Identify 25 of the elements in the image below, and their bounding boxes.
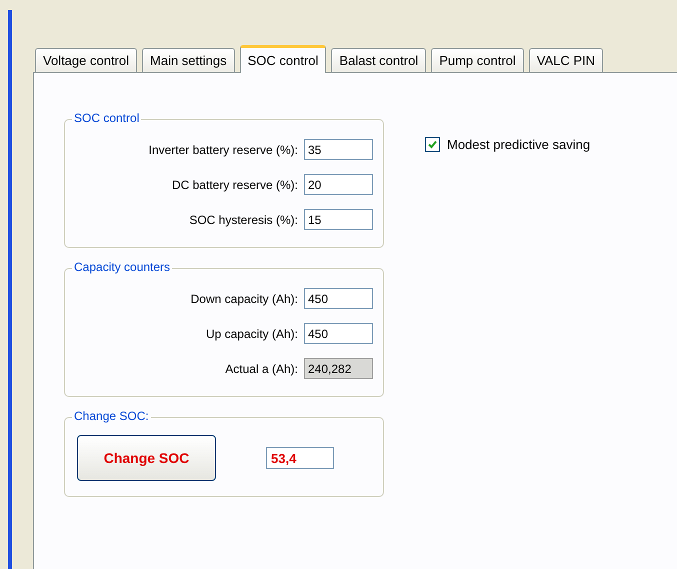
input-field[interactable]: 53,4: [266, 447, 334, 469]
tab[interactable]: Voltage control: [35, 48, 138, 72]
input-field[interactable]: 15: [304, 209, 373, 230]
tab[interactable]: Pump control: [431, 48, 524, 72]
field-label: Inverter battery reserve (%):: [148, 142, 298, 156]
input-field[interactable]: 450: [304, 323, 373, 344]
check-icon: [428, 140, 437, 149]
field-label: Up capacity (Ah):: [206, 326, 298, 340]
change-soc-button[interactable]: Change SOC: [77, 435, 216, 481]
tab[interactable]: VALC PIN: [528, 48, 604, 72]
checkbox[interactable]: [425, 137, 440, 152]
input-field[interactable]: 35: [304, 139, 373, 160]
tab[interactable]: Balast control: [331, 48, 426, 72]
checkbox-label: Modest predictive saving: [447, 137, 590, 152]
field-label: Down capacity (Ah):: [190, 292, 298, 306]
tab[interactable]: Main settings: [142, 48, 235, 72]
field-label: SOC hysteresis (%):: [189, 212, 298, 226]
field-label: DC battery reserve (%):: [172, 178, 298, 192]
group-title: Change SOC:: [72, 409, 151, 423]
input-field[interactable]: 450: [304, 288, 373, 309]
group-title: Capacity counters: [72, 260, 172, 274]
group-title: SOC control: [72, 111, 142, 125]
input-field[interactable]: 20: [304, 174, 373, 195]
tab[interactable]: SOC control: [240, 45, 326, 73]
field-label: Actual a (Ah):: [225, 362, 298, 376]
